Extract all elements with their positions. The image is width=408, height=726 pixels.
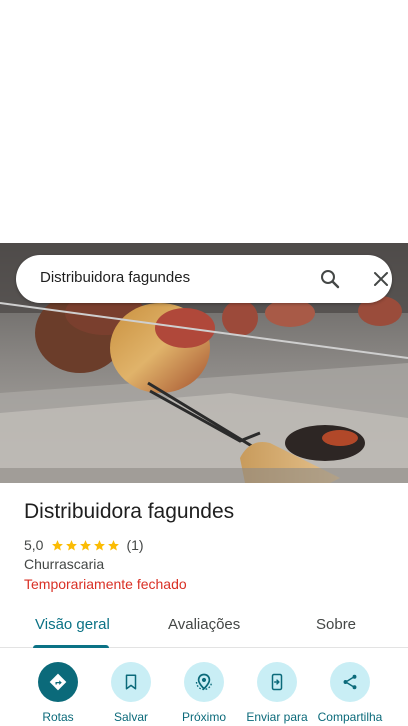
place-title: Distribuidora fagundes <box>24 500 235 523</box>
close-icon[interactable] <box>369 267 393 291</box>
save-button[interactable]: Salvar <box>91 662 171 724</box>
search-input[interactable]: Distribuidora fagundes <box>40 269 190 286</box>
rating-row[interactable]: 5,0 (1) <box>24 536 144 554</box>
star-rating <box>51 539 120 552</box>
star-icon <box>52 539 64 550</box>
nearby-icon <box>195 673 213 691</box>
review-count[interactable]: (1) <box>126 537 143 553</box>
place-category: Churrascaria <box>24 556 105 572</box>
star-icon <box>108 539 120 550</box>
tab-overview[interactable]: Visão geral <box>35 616 110 633</box>
send-to-phone-label: Enviar para <box>246 710 308 724</box>
send-to-phone-button[interactable]: Enviar para <box>237 662 317 724</box>
action-bar: Rotas Salvar Próximo Enviar para Compart… <box>0 648 408 726</box>
tab-about[interactable]: Sobre <box>316 616 356 633</box>
directions-button[interactable]: Rotas <box>18 662 98 724</box>
star-icon <box>94 539 106 550</box>
tab-reviews[interactable]: Avaliações <box>168 616 240 633</box>
nearby-button[interactable]: Próximo <box>164 662 244 724</box>
directions-icon <box>49 673 67 691</box>
search-bar[interactable]: Distribuidora fagundes <box>16 255 392 303</box>
share-button[interactable]: Compartilha <box>310 662 390 724</box>
send-to-phone-icon <box>271 673 283 691</box>
nearby-label: Próximo <box>181 710 226 724</box>
map-area[interactable] <box>0 0 408 243</box>
star-icon <box>80 539 92 550</box>
directions-label: Rotas <box>42 710 74 724</box>
search-icon[interactable] <box>318 267 342 291</box>
share-icon <box>343 674 357 690</box>
star-icon <box>66 539 78 550</box>
rating-value: 5,0 <box>24 537 44 553</box>
tab-bar: Visão geral Avaliações Sobre <box>0 604 408 648</box>
save-label: Salvar <box>113 710 148 724</box>
share-label: Compartilha <box>317 710 383 724</box>
open-status: Temporariamente fechado <box>24 576 187 592</box>
bookmark-icon <box>125 674 137 690</box>
